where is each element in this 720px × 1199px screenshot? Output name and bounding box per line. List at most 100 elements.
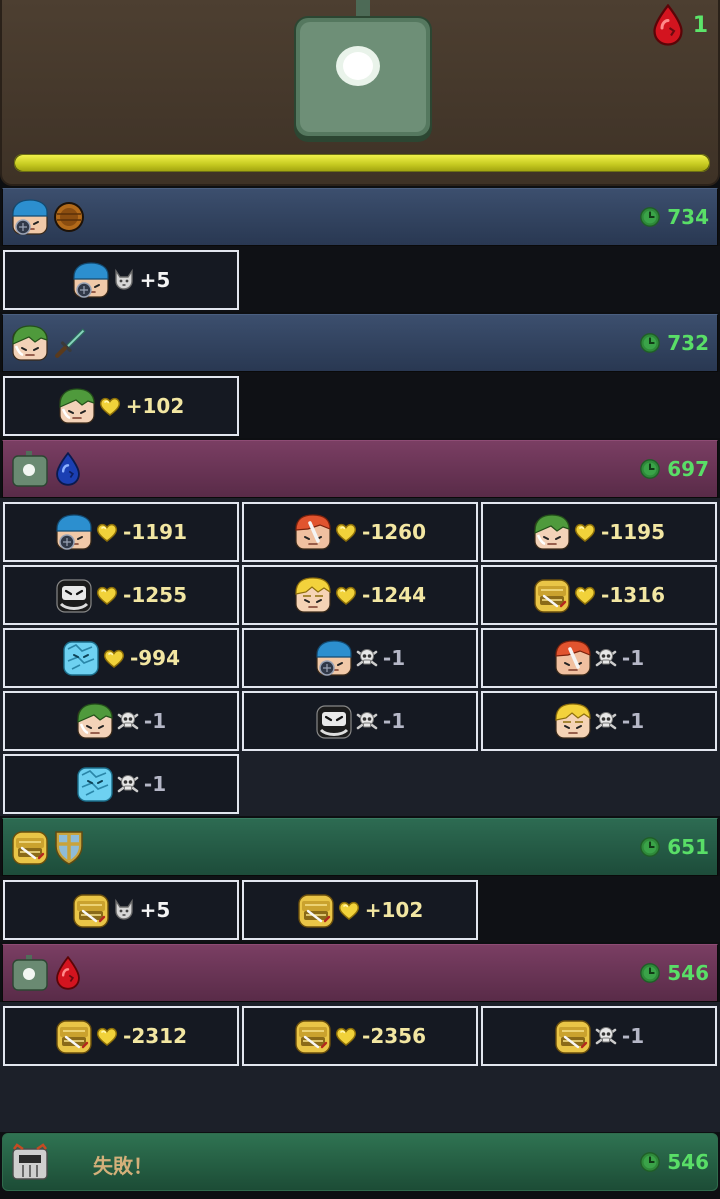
boss-tank-portrait: [11, 450, 49, 488]
effect-value: -1: [382, 646, 406, 670]
blonde-hero-portrait: [294, 576, 332, 614]
effect-cell[interactable]: -1: [481, 628, 717, 688]
blonde-hero-portrait: [554, 702, 592, 740]
effect-cell[interactable]: -1195: [481, 502, 717, 562]
effect-value: -1: [143, 709, 167, 733]
effect-value: -1: [621, 709, 645, 733]
effect-cell[interactable]: +5: [3, 880, 239, 940]
effect-value: -1: [143, 772, 167, 796]
boss-counter: 1: [649, 4, 708, 46]
wolf-icon: [112, 268, 136, 292]
blue-hero-portrait: [11, 198, 49, 236]
effect-cell[interactable]: -2356: [242, 1006, 478, 1066]
effect-cell[interactable]: -1316: [481, 565, 717, 625]
clock-icon: [639, 962, 661, 984]
red-drop-icon: [53, 956, 83, 990]
turn-time-value: 734: [667, 205, 709, 229]
turn-time-value: 651: [667, 835, 709, 859]
effect-cell[interactable]: -2312: [3, 1006, 239, 1066]
effect-value: -2356: [362, 1024, 426, 1048]
turn-time: 734: [639, 189, 709, 245]
boss-hp-bar: [14, 154, 710, 172]
effect-value: +102: [364, 898, 424, 922]
cross-shield-icon: [53, 829, 85, 865]
effect-value: -1316: [601, 583, 665, 607]
turn-row-t1[interactable]: 734: [2, 188, 718, 246]
turn-time: 732: [639, 315, 709, 371]
turn-icons: [11, 828, 85, 866]
effect-cell[interactable]: -994: [3, 628, 239, 688]
effect-value: -1: [621, 646, 645, 670]
red-hero-portrait: [554, 639, 592, 677]
result-row: 失敗！ 546: [2, 1133, 718, 1191]
effect-cell[interactable]: +102: [3, 376, 239, 436]
effect-cell[interactable]: -1244: [242, 565, 478, 625]
effect-cell[interactable]: -1191: [3, 502, 239, 562]
effect-cell[interactable]: -1260: [242, 502, 478, 562]
effect-value: -1244: [362, 583, 426, 607]
skull-icon: [116, 772, 140, 796]
turn-icons: [11, 198, 85, 236]
heart-icon: [95, 583, 119, 607]
red-hero-portrait: [294, 513, 332, 551]
result-icons: [11, 1143, 49, 1181]
turn-time: 651: [639, 819, 709, 875]
heart-icon: [334, 1024, 358, 1048]
heart-icon: [337, 898, 361, 922]
heart-icon: [98, 394, 122, 418]
gold-knight-portrait: [55, 1017, 93, 1055]
helmet-knight-portrait: [11, 1143, 49, 1181]
clock-icon: [639, 1151, 661, 1173]
effect-cell[interactable]: +102: [242, 880, 478, 940]
effect-cell[interactable]: -1255: [3, 565, 239, 625]
gold-knight-portrait: [297, 891, 335, 929]
turn-row-t3[interactable]: 697: [2, 440, 718, 498]
turn-row-t4[interactable]: 651: [2, 818, 718, 876]
black-hero-portrait: [315, 702, 353, 740]
blue-drop-icon: [53, 452, 83, 486]
effect-cell[interactable]: -1: [242, 628, 478, 688]
blue-hero-portrait: [315, 639, 353, 677]
heart-icon: [95, 1024, 119, 1048]
turn-time: 697: [639, 441, 709, 497]
green-hero-portrait: [76, 702, 114, 740]
effect-value: -1260: [362, 520, 426, 544]
effect-cell[interactable]: +5: [3, 250, 239, 310]
ice-golem-portrait: [76, 765, 114, 803]
turn-icons: [11, 450, 83, 488]
turn-time: 546: [639, 945, 709, 1001]
effect-value: +5: [139, 898, 171, 922]
effect-cell[interactable]: -1: [3, 691, 239, 751]
clock-icon: [639, 206, 661, 228]
wolf-icon: [112, 898, 136, 922]
turn-time-value: 546: [667, 1150, 709, 1174]
gold-knight-portrait: [72, 891, 110, 929]
turn-icons: [11, 324, 87, 362]
blue-hero-portrait: [55, 513, 93, 551]
boss-count-value: 1: [692, 12, 708, 38]
effect-cell[interactable]: -1: [481, 691, 717, 751]
effect-value: -1255: [123, 583, 187, 607]
turn-time-value: 697: [667, 457, 709, 481]
boss-banner: 1: [0, 0, 720, 186]
turn-time-value: 546: [667, 961, 709, 985]
turn-row-t5[interactable]: 546: [2, 944, 718, 1002]
effect-value: -1: [621, 1024, 645, 1048]
heart-icon: [573, 520, 597, 544]
turn-row-t2[interactable]: 732: [2, 314, 718, 372]
effect-value: +102: [125, 394, 185, 418]
red-drop-icon: [649, 4, 687, 46]
effect-cell[interactable]: -1: [481, 1006, 717, 1066]
heart-icon: [95, 520, 119, 544]
effect-cell[interactable]: -1: [3, 754, 239, 814]
effect-value: +5: [139, 268, 171, 292]
clock-icon: [639, 836, 661, 858]
ice-golem-portrait: [62, 639, 100, 677]
heart-icon: [334, 520, 358, 544]
gold-knight-portrait: [11, 828, 49, 866]
result-text: 失敗！: [93, 1154, 153, 1178]
effect-cell[interactable]: -1: [242, 691, 478, 751]
effect-value: -994: [129, 646, 181, 670]
skull-icon: [594, 646, 618, 670]
black-hero-portrait: [55, 576, 93, 614]
